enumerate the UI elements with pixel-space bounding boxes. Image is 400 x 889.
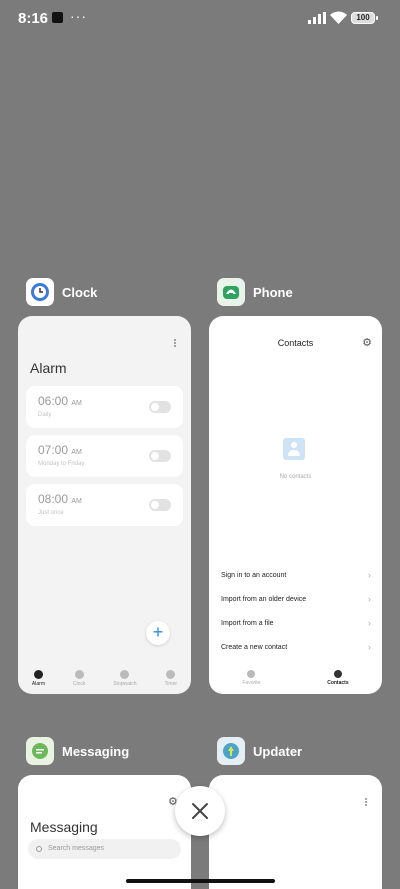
tab-stopwatch[interactable]: Stopwatch xyxy=(113,670,137,687)
clear-all-button[interactable] xyxy=(175,786,225,836)
option-create-contact[interactable]: Create a new contact › xyxy=(221,642,371,652)
messaging-app-icon[interactable] xyxy=(26,737,54,765)
updater-app-header[interactable]: Updater xyxy=(217,737,302,765)
tab-label: Clock xyxy=(72,681,86,687)
more-options-icon[interactable] xyxy=(174,338,177,349)
alarm-repeat: Just once xyxy=(38,510,64,516)
alarm-item[interactable]: 06:00 AM Daily xyxy=(26,386,183,428)
alarm-ampm: AM xyxy=(71,449,82,456)
updater-app-icon[interactable] xyxy=(217,737,245,765)
alarm-title: Alarm xyxy=(30,360,67,376)
no-contacts-label: No contacts xyxy=(279,474,312,480)
alarm-icon xyxy=(33,670,43,679)
tab-alarm[interactable]: Alarm xyxy=(32,670,45,687)
messaging-title: Messaging xyxy=(30,819,98,835)
close-icon xyxy=(192,803,208,819)
alarm-repeat: Daily xyxy=(38,412,52,418)
notification-icon xyxy=(52,12,63,23)
phone-app-card[interactable]: Contacts ⚙ No contacts Sign in to an acc… xyxy=(209,316,382,694)
tab-clock[interactable]: Clock xyxy=(72,670,86,687)
alarm-item[interactable]: 08:00 AM Just once xyxy=(26,484,183,526)
add-alarm-button[interactable]: + xyxy=(146,621,170,645)
clock-app-name: Clock xyxy=(62,284,98,300)
option-import-file[interactable]: Import from a file › xyxy=(221,618,371,628)
contacts-title: Contacts xyxy=(277,338,314,348)
tab-label: Timer xyxy=(164,681,178,687)
updater-app-name: Updater xyxy=(253,743,303,759)
tab-label: Contacts xyxy=(327,680,349,686)
option-label: Import from a file xyxy=(221,620,274,627)
alarm-toggle[interactable] xyxy=(149,401,171,413)
search-icon xyxy=(36,846,42,852)
hourglass-icon xyxy=(166,670,176,679)
signal-icon xyxy=(308,12,326,24)
phone-app-name: Phone xyxy=(253,284,293,300)
more-notifications-icon: ··· xyxy=(70,8,87,24)
clock-tab-bar: Alarm Clock Stopwatch Timer xyxy=(18,666,191,694)
stopwatch-icon xyxy=(120,670,130,679)
option-label: Sign in to an account xyxy=(221,572,287,579)
clock-app-card[interactable]: Alarm 06:00 AM Daily 07:00 AM Monday to … xyxy=(18,316,191,694)
alarm-time: 08:00 xyxy=(38,492,69,506)
status-time: 8:16 xyxy=(18,10,49,27)
option-label: Create a new contact xyxy=(221,644,288,651)
messaging-app-card[interactable]: ⚙ Messaging Search messages xyxy=(18,775,191,889)
tab-timer[interactable]: Timer xyxy=(164,670,177,687)
phone-app-icon[interactable] xyxy=(217,278,245,306)
chevron-right-icon: › xyxy=(368,618,371,628)
wifi-icon xyxy=(330,11,347,24)
alarm-time: 06:00 xyxy=(38,394,69,408)
updater-app-card[interactable] xyxy=(209,775,382,889)
alarm-toggle[interactable] xyxy=(149,499,171,511)
option-import-older-device[interactable]: Import from an older device › xyxy=(221,594,371,604)
option-sign-in[interactable]: Sign in to an account › xyxy=(221,570,371,580)
chevron-right-icon: › xyxy=(368,570,371,580)
phone-icon xyxy=(247,670,256,678)
chevron-right-icon: › xyxy=(368,642,371,652)
messaging-app-header[interactable]: Messaging xyxy=(26,737,129,765)
alarm-time: 07:00 xyxy=(38,443,69,457)
alarm-ampm: AM xyxy=(71,498,82,505)
alarm-repeat: Monday to Friday xyxy=(38,461,85,467)
clock-app-header[interactable]: Clock xyxy=(26,278,97,306)
battery-icon: 100 xyxy=(351,12,378,24)
option-label: Import from an older device xyxy=(221,596,307,603)
tab-label: Stopwatch xyxy=(113,681,137,687)
settings-gear-icon[interactable]: ⚙ xyxy=(362,336,372,349)
alarm-ampm: AM xyxy=(71,400,82,407)
contact-placeholder-icon xyxy=(283,438,305,460)
tab-favorite[interactable]: Favorite xyxy=(242,670,260,694)
tab-contacts[interactable]: Contacts xyxy=(327,670,349,694)
chevron-right-icon: › xyxy=(368,594,371,604)
status-bar: 8:16 ··· 100 xyxy=(0,0,400,38)
clock-icon xyxy=(74,670,84,679)
tab-label: Alarm xyxy=(31,681,45,687)
alarm-toggle[interactable] xyxy=(149,450,171,462)
phone-app-header[interactable]: Phone xyxy=(217,278,293,306)
home-indicator[interactable] xyxy=(126,879,275,883)
phone-tab-bar: Favorite Contacts xyxy=(209,670,382,694)
messaging-app-name: Messaging xyxy=(62,743,130,759)
search-messages-input[interactable]: Search messages xyxy=(28,839,181,859)
more-options-icon[interactable] xyxy=(365,797,368,808)
alarm-item[interactable]: 07:00 AM Monday to Friday xyxy=(26,435,183,477)
person-icon xyxy=(333,670,342,678)
tab-label: Favorite xyxy=(242,680,261,686)
clock-app-icon[interactable] xyxy=(26,278,54,306)
search-placeholder: Search messages xyxy=(48,845,105,852)
